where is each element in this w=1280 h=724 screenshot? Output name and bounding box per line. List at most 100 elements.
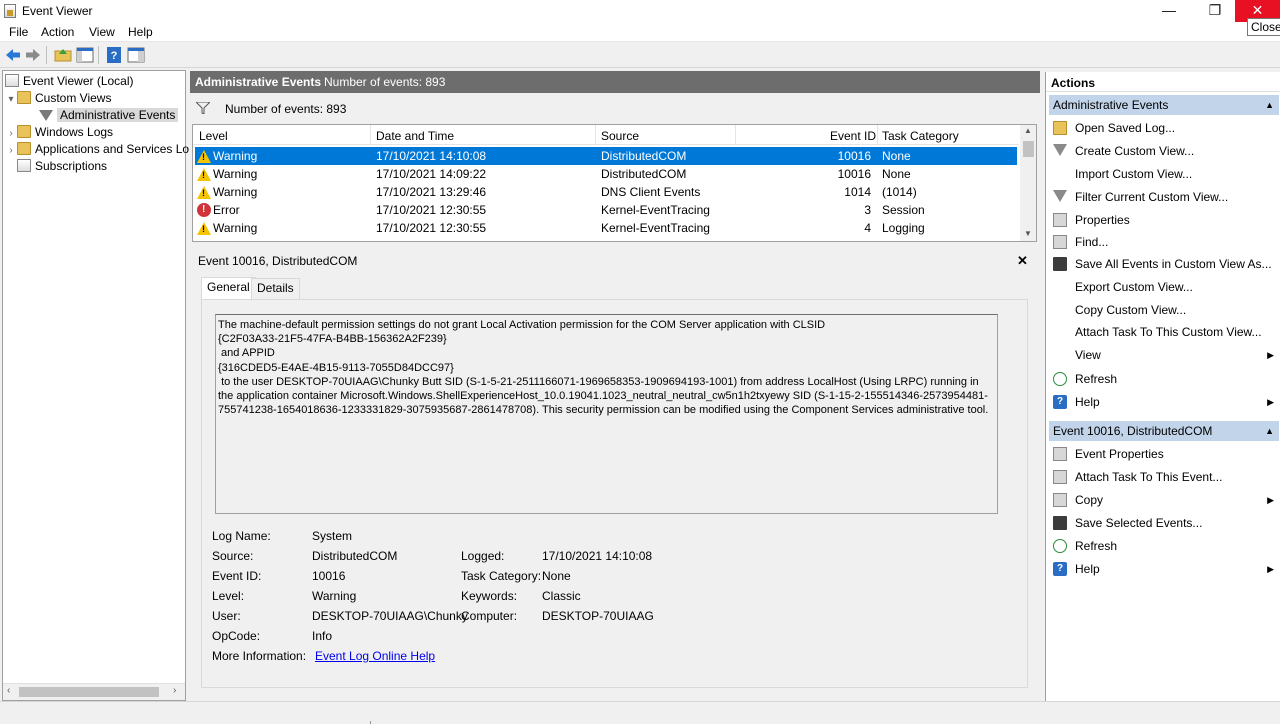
event-detail-tabs: General Details <box>201 277 1031 300</box>
menu-action[interactable]: Action <box>41 25 74 39</box>
action-help[interactable]: ? Help ▶ <box>1049 558 1279 580</box>
help-icon[interactable]: ? <box>105 46 123 64</box>
error-icon <box>197 203 211 217</box>
event-viewer-icon <box>5 74 19 87</box>
tree-item-subscriptions[interactable]: Subscriptions <box>17 158 107 175</box>
action-copy[interactable]: Copy ▶ <box>1049 489 1279 511</box>
tab-details[interactable]: Details <box>251 278 300 300</box>
column-header-task-category[interactable]: Task Category <box>882 129 959 143</box>
action-label: Properties <box>1075 213 1130 227</box>
action-copy-custom-view[interactable]: Copy Custom View... <box>1049 299 1279 321</box>
menu-file[interactable]: File <box>9 25 28 39</box>
action-label: Save All Events in Custom View As... <box>1075 257 1272 271</box>
scroll-up-icon[interactable]: ▲ <box>1024 126 1032 135</box>
cell-level: Warning <box>197 147 257 165</box>
binoculars-icon <box>1053 235 1067 249</box>
tree-item-windows-logs[interactable]: › Windows Logs <box>5 124 113 141</box>
action-export-custom-view[interactable]: Export Custom View... <box>1049 276 1279 298</box>
menu-bar: File Action View Help <box>0 22 1280 42</box>
cell-level-text: Warning <box>213 167 258 181</box>
tree-item-event-viewer-local[interactable]: Event Viewer (Local) <box>5 73 134 90</box>
action-import-custom-view[interactable]: Import Custom View... <box>1049 163 1279 185</box>
event-log-online-help-link[interactable]: Event Log Online Help <box>315 649 435 663</box>
show-hide-tree-icon[interactable] <box>76 46 94 64</box>
table-row[interactable]: Warning 17/10/2021 14:10:08 DistributedCOM… <box>195 147 1017 165</box>
scroll-right-icon[interactable]: › <box>173 685 176 696</box>
cell-source: DNS Client Events <box>601 185 701 199</box>
show-hide-action-pane-icon[interactable] <box>127 46 145 64</box>
table-row[interactable]: Warning 17/10/2021 13:29:46 DNS Client Eve… <box>195 183 1017 201</box>
filter-funnel-icon <box>39 110 53 121</box>
cell-level: Error <box>197 201 240 219</box>
warning-icon <box>197 168 211 181</box>
close-detail-icon[interactable]: ✕ <box>1017 253 1028 269</box>
tree-item-label: Subscriptions <box>35 159 108 173</box>
action-save-all-events-in-custom-view-as[interactable]: Save All Events in Custom View As... <box>1049 253 1279 275</box>
cell-event-id: 1014 <box>844 185 871 199</box>
collapse-up-icon[interactable]: ▲ <box>1265 95 1274 115</box>
tree-item-custom-views[interactable]: ▾ Custom Views <box>5 90 111 107</box>
tree-item-administrative-events[interactable]: Administrative Events <box>39 107 179 124</box>
properties-icon <box>1053 447 1067 461</box>
tree-horizontal-scrollbar[interactable]: ‹ › <box>3 683 185 700</box>
action-properties[interactable]: Properties <box>1049 209 1279 231</box>
column-separator[interactable] <box>735 125 736 145</box>
copy-icon <box>1053 493 1067 507</box>
tab-general[interactable]: General <box>201 277 256 300</box>
help-icon: ? <box>1053 395 1067 409</box>
action-attach-task-to-this-custom-view[interactable]: Attach Task To This Custom View... <box>1049 321 1279 343</box>
column-header-event-id[interactable]: Event ID <box>830 129 876 143</box>
action-label: Attach Task To This Custom View... <box>1075 325 1262 339</box>
subscriptions-icon <box>17 159 31 172</box>
forward-arrow-icon[interactable] <box>24 46 42 64</box>
action-view[interactable]: View ▶ <box>1049 344 1279 366</box>
open-folder-icon[interactable] <box>54 46 72 64</box>
action-create-custom-view[interactable]: Create Custom View... <box>1049 140 1279 162</box>
maximize-button[interactable]: ❐ <box>1192 0 1238 22</box>
tree-item-label: Administrative Events <box>57 108 179 122</box>
action-save-selected-events[interactable]: Save Selected Events... <box>1049 512 1279 534</box>
table-row[interactable]: Warning 17/10/2021 14:09:22 DistributedCOM… <box>195 165 1017 183</box>
tree-item-applications-and-services[interactable]: › Applications and Services Lo <box>5 141 189 158</box>
event-description-box[interactable]: The machine-default permission settings … <box>215 314 998 514</box>
cell-level: Warning <box>197 219 257 237</box>
scroll-down-icon[interactable]: ▼ <box>1024 229 1032 238</box>
column-separator[interactable] <box>877 125 878 145</box>
actions-section-administrative-events[interactable]: Administrative Events ▲ <box>1049 95 1279 115</box>
chevron-down-icon[interactable]: ▾ <box>5 91 17 108</box>
minimize-button[interactable]: — <box>1146 0 1192 22</box>
action-event-properties[interactable]: Event Properties <box>1049 443 1279 465</box>
window-title: Event Viewer <box>22 4 93 18</box>
action-open-saved-log[interactable]: Open Saved Log... <box>1049 117 1279 139</box>
action-attach-task-to-this-event[interactable]: Attach Task To This Event... <box>1049 466 1279 488</box>
chevron-right-icon[interactable]: › <box>5 142 17 159</box>
scrollbar-thumb[interactable] <box>19 687 159 697</box>
menu-help[interactable]: Help <box>128 25 153 39</box>
action-find[interactable]: Find... <box>1049 231 1279 253</box>
table-row[interactable]: Warning 17/10/2021 12:30:55 Kernel-EventTr… <box>195 219 1017 237</box>
menu-view[interactable]: View <box>89 25 115 39</box>
console-tree: Event Viewer (Local) ▾ Custom Views Admin… <box>2 70 189 701</box>
action-refresh[interactable]: Refresh <box>1049 368 1279 390</box>
column-separator[interactable] <box>595 125 596 145</box>
event-detail-header: Event 10016, DistributedCOM ✕ <box>192 251 1037 271</box>
chevron-right-icon[interactable]: › <box>5 125 17 142</box>
column-header-date-and-time[interactable]: Date and Time <box>376 129 454 143</box>
collapse-up-icon[interactable]: ▲ <box>1265 421 1274 441</box>
action-label: Copy <box>1075 493 1104 507</box>
scroll-left-icon[interactable]: ‹ <box>7 685 10 696</box>
back-arrow-icon[interactable] <box>4 46 22 64</box>
action-label: Import Custom View... <box>1075 167 1193 181</box>
table-row[interactable]: Error 17/10/2021 12:30:55 Kernel-EventTrac… <box>195 201 1017 219</box>
actions-section-event-10016[interactable]: Event 10016, DistributedCOM ▲ <box>1049 421 1279 441</box>
action-label: Filter Current Custom View... <box>1075 190 1229 204</box>
level-value: Warning <box>312 589 357 603</box>
table-vertical-scrollbar[interactable]: ▲ ▼ <box>1020 125 1036 241</box>
action-refresh[interactable]: Refresh <box>1049 535 1279 557</box>
column-separator[interactable] <box>370 125 371 145</box>
column-header-source[interactable]: Source <box>601 129 639 143</box>
column-header-level[interactable]: Level <box>199 129 228 143</box>
action-filter-current-custom-view[interactable]: Filter Current Custom View... <box>1049 186 1279 208</box>
scrollbar-thumb[interactable] <box>1023 141 1034 157</box>
action-help[interactable]: ? Help ▶ <box>1049 391 1279 413</box>
